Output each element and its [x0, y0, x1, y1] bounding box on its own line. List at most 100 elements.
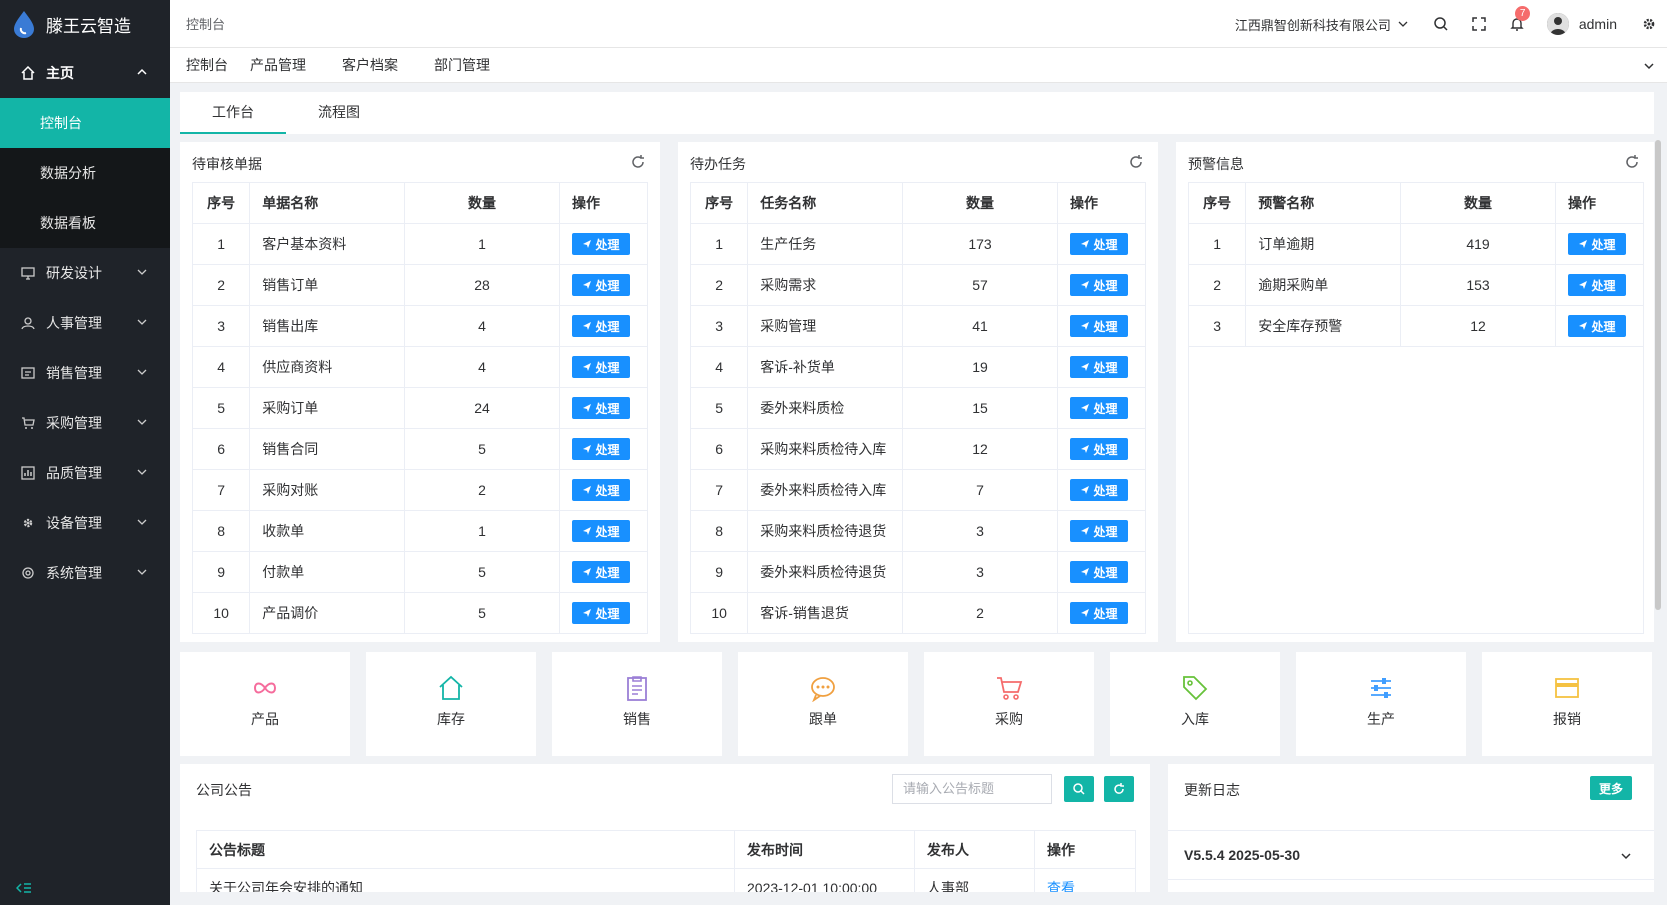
- sidebar-item-data-analysis[interactable]: 数据分析: [0, 148, 170, 198]
- sidebar-item-hr[interactable]: 人事管理: [0, 298, 170, 348]
- shortcut-reimbursement[interactable]: 报销: [1482, 652, 1652, 756]
- row-action-cell: 处理: [1554, 223, 1645, 265]
- chevron-down-icon: [137, 419, 147, 425]
- more-button[interactable]: 更多: [1590, 776, 1632, 800]
- row-count-cell: 7: [902, 469, 1058, 511]
- sidebar-item-sales[interactable]: 销售管理: [0, 348, 170, 398]
- process-button[interactable]: 处理: [571, 602, 630, 624]
- chevron-down-icon: [137, 519, 147, 525]
- fullscreen-icon[interactable]: [1471, 16, 1487, 32]
- process-button[interactable]: 处理: [1069, 479, 1128, 501]
- changelog-version-row[interactable]: V5.5.4 2025-05-30: [1168, 830, 1654, 880]
- tab-workbench[interactable]: 工作台: [180, 92, 286, 134]
- view-link[interactable]: 查看: [1047, 880, 1075, 893]
- process-button[interactable]: 处理: [1069, 520, 1128, 542]
- chevron-down-icon: [137, 319, 147, 325]
- row-name-cell: 付款单: [249, 551, 406, 593]
- process-button[interactable]: 处理: [1069, 356, 1128, 378]
- notice-search-input[interactable]: 请输入公告标题: [892, 774, 1052, 804]
- tab-flowchart[interactable]: 流程图: [286, 92, 392, 134]
- process-button[interactable]: 处理: [1069, 233, 1128, 255]
- process-button[interactable]: 处理: [571, 233, 630, 255]
- collapse-sidebar-icon[interactable]: [16, 881, 32, 895]
- process-button[interactable]: 处理: [1567, 274, 1626, 296]
- sidebar-item-system[interactable]: 系统管理: [0, 548, 170, 598]
- company-selector[interactable]: 江西鼎智创新科技有限公司: [1235, 15, 1409, 34]
- breadcrumb[interactable]: 控制台: [186, 14, 225, 33]
- shortcut-product[interactable]: 产品: [180, 652, 350, 756]
- process-button[interactable]: 处理: [571, 438, 630, 460]
- row-index-cell: 3: [1187, 305, 1247, 347]
- process-button[interactable]: 处理: [1069, 315, 1128, 337]
- process-button-label: 处理: [1093, 606, 1118, 621]
- process-button[interactable]: 处理: [571, 274, 630, 296]
- refresh-icon[interactable]: [1128, 154, 1144, 170]
- chat-icon: [811, 677, 835, 703]
- notification-badge: 7: [1514, 6, 1531, 21]
- chevron-down-icon: [1398, 21, 1408, 27]
- process-button[interactable]: 处理: [1069, 561, 1128, 583]
- row-name-cell: 销售合同: [249, 428, 406, 470]
- row-action-cell: 处理: [558, 510, 649, 552]
- process-button[interactable]: 处理: [1069, 274, 1128, 296]
- shortcut-purchase[interactable]: 采购: [924, 652, 1094, 756]
- process-button[interactable]: 处理: [1567, 315, 1626, 337]
- notification-bell[interactable]: 7: [1509, 6, 1531, 32]
- search-button[interactable]: [1064, 776, 1094, 802]
- reset-button[interactable]: [1104, 776, 1134, 802]
- home-icon: [20, 65, 36, 81]
- column-header: 发布人: [914, 830, 1035, 869]
- pending-review-panel: 待审核单据 序号 单据名称 数量 操作 1 客户基本资料 1 处理 2 销售订单 28 处理 3 销售出库…: [180, 142, 660, 642]
- sidebar-item-label: 研发设计: [46, 265, 102, 281]
- chevron-down-icon[interactable]: [1643, 60, 1655, 72]
- row-name-cell: 采购来料质检待退货: [747, 510, 904, 552]
- process-button[interactable]: 处理: [571, 561, 630, 583]
- sidebar-item-rd[interactable]: 研发设计: [0, 248, 170, 298]
- process-button[interactable]: 处理: [571, 479, 630, 501]
- shortcut-sales[interactable]: 销售: [552, 652, 722, 756]
- process-button[interactable]: 处理: [571, 356, 630, 378]
- column-header: 公告标题: [196, 830, 735, 869]
- process-button[interactable]: 处理: [571, 397, 630, 419]
- cog-icon: [20, 565, 36, 581]
- process-button[interactable]: 处理: [1069, 438, 1128, 460]
- column-header: 预警名称: [1245, 182, 1402, 224]
- row-action-cell: 处理: [558, 428, 649, 470]
- shortcut-inventory[interactable]: 库存: [366, 652, 536, 756]
- scrollbar[interactable]: [1655, 140, 1661, 610]
- shortcut-production[interactable]: 生产: [1296, 652, 1466, 756]
- app-logo[interactable]: 滕王云智造: [0, 0, 170, 48]
- sidebar-item-quality[interactable]: 品质管理: [0, 448, 170, 498]
- shortcut-follow-order[interactable]: 跟单: [738, 652, 908, 756]
- username[interactable]: admin: [1579, 16, 1617, 32]
- sidebar-item-purchase[interactable]: 采购管理: [0, 398, 170, 448]
- process-button[interactable]: 处理: [571, 520, 630, 542]
- search-icon[interactable]: [1433, 16, 1449, 32]
- sidebar-item-label: 人事管理: [46, 315, 102, 331]
- tab-department-management[interactable]: 部门管理: [434, 55, 490, 75]
- column-header: 序号: [1187, 182, 1247, 224]
- tab-customer-files[interactable]: 客户档案: [342, 55, 398, 75]
- settings-icon[interactable]: [1641, 16, 1657, 32]
- process-button[interactable]: 处理: [1567, 233, 1626, 255]
- sidebar-item-data-board[interactable]: 数据看板: [0, 198, 170, 248]
- sidebar-item-dashboard[interactable]: 控制台: [0, 98, 170, 148]
- column-header: 操作: [1554, 182, 1645, 224]
- notice-title-cell: 关于公司年会安排的通知: [196, 868, 735, 892]
- refresh-icon[interactable]: [1624, 154, 1640, 170]
- process-button[interactable]: 处理: [571, 315, 630, 337]
- avatar-image: [1546, 13, 1569, 35]
- chevron-down-icon: [137, 469, 147, 475]
- tab-dashboard[interactable]: 控制台: [186, 55, 228, 75]
- shortcut-warehousing[interactable]: 入库: [1110, 652, 1280, 756]
- process-button[interactable]: 处理: [1069, 397, 1128, 419]
- tab-product-management[interactable]: 产品管理: [250, 55, 306, 75]
- sidebar-item-equipment[interactable]: 设备管理: [0, 498, 170, 548]
- row-count-cell: 4: [404, 305, 560, 347]
- sidebar-item-label: 设备管理: [46, 515, 102, 531]
- process-button[interactable]: 处理: [1069, 602, 1128, 624]
- refresh-icon[interactable]: [630, 154, 646, 170]
- sidebar-item-home[interactable]: 主页: [0, 48, 170, 98]
- avatar[interactable]: [1546, 13, 1569, 35]
- row-count-cell: 5: [404, 592, 560, 634]
